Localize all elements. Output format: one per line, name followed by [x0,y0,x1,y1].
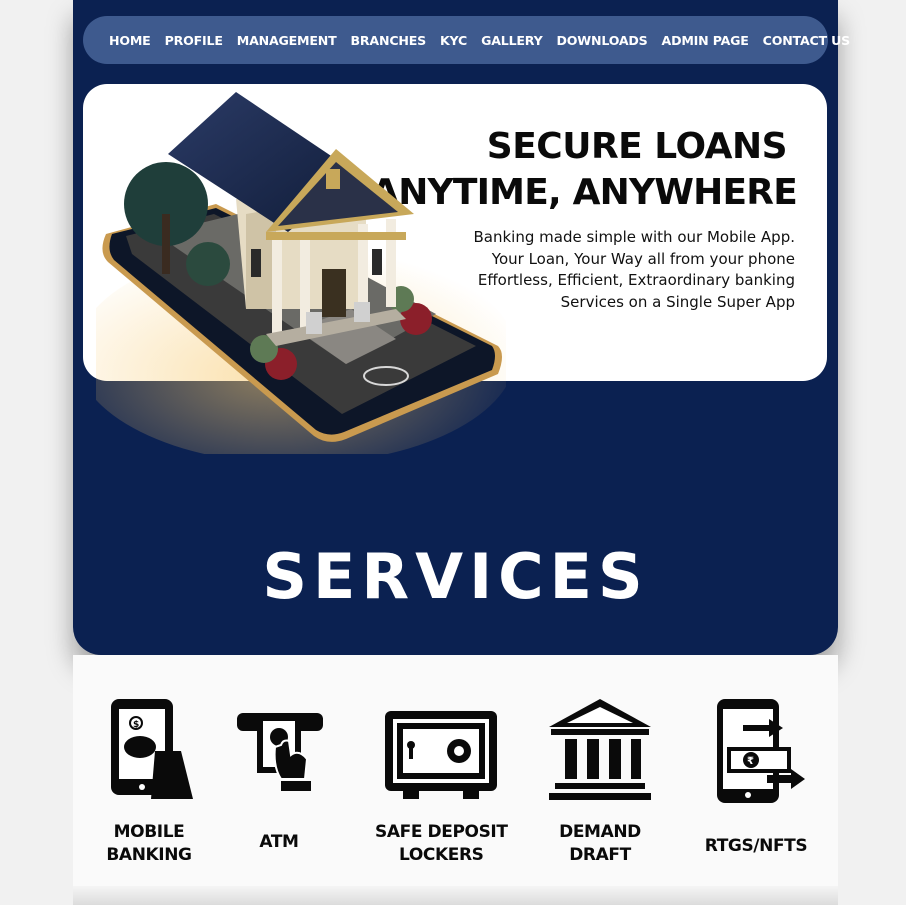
service-rtgs-nfts[interactable]: ₹ RTGS/NFTS [703,695,809,858]
money-transfer-icon: ₹ [717,699,805,803]
tagline-line: Services on a Single Super App [560,292,795,311]
safe-locker-icon [385,711,498,799]
service-label: DEMAND DRAFT [559,822,641,865]
page: HOME PROFILE MANAGEMENT BRANCHES KYC GAL… [0,0,906,905]
phone-bank-illustration [96,92,506,454]
service-label: ATM [259,832,299,852]
service-label: MOBILE BANKING [106,822,192,865]
left-margin [0,0,73,905]
svg-text:$: $ [133,720,139,730]
services-heading: SERVICES [262,540,649,613]
nav-branches[interactable]: BRANCHES [351,33,427,48]
nav-gallery[interactable]: GALLERY [481,33,543,48]
nav-home[interactable]: HOME [109,33,151,48]
nav-downloads[interactable]: DOWNLOADS [557,33,648,48]
nav-kyc[interactable]: KYC [440,33,467,48]
service-label: SAFE DEPOSIT LOCKERS [375,822,508,865]
service-mobile-banking[interactable]: $ MOBILE BANKING [103,695,195,867]
nav-contact-us[interactable]: CONTACT US [763,33,851,48]
mobile-banking-icon: $ [111,699,193,799]
service-safe-deposit-lockers[interactable]: SAFE DEPOSIT LOCKERS [375,695,508,867]
banner-tagline: Banking made simple with our Mobile App.… [474,227,796,313]
right-margin [838,0,906,905]
bank-building-icon [549,699,651,800]
nav-admin-page[interactable]: ADMIN PAGE [662,33,749,48]
service-demand-draft[interactable]: DEMAND DRAFT [547,695,653,867]
nav-profile[interactable]: PROFILE [165,33,223,48]
tagline-line: Your Loan, Your Way all from your phone [491,249,795,268]
nav-management[interactable]: MANAGEMENT [237,33,337,48]
service-label: RTGS/NFTS [704,836,808,856]
top-navigation: HOME PROFILE MANAGEMENT BRANCHES KYC GAL… [83,16,850,64]
atm-icon [237,713,323,791]
service-atm[interactable]: ATM [233,695,325,854]
tagline-line: Banking made simple with our Mobile App. [473,228,796,246]
tagline-line: Effortless, Efficient, Extraordinary ban… [477,271,795,289]
bottom-shadow [73,886,838,905]
services-section: $ MOBILE BANKING ATM SAFE DEPOSIT LOCKER… [73,655,838,905]
svg-text:₹: ₹ [747,756,754,767]
